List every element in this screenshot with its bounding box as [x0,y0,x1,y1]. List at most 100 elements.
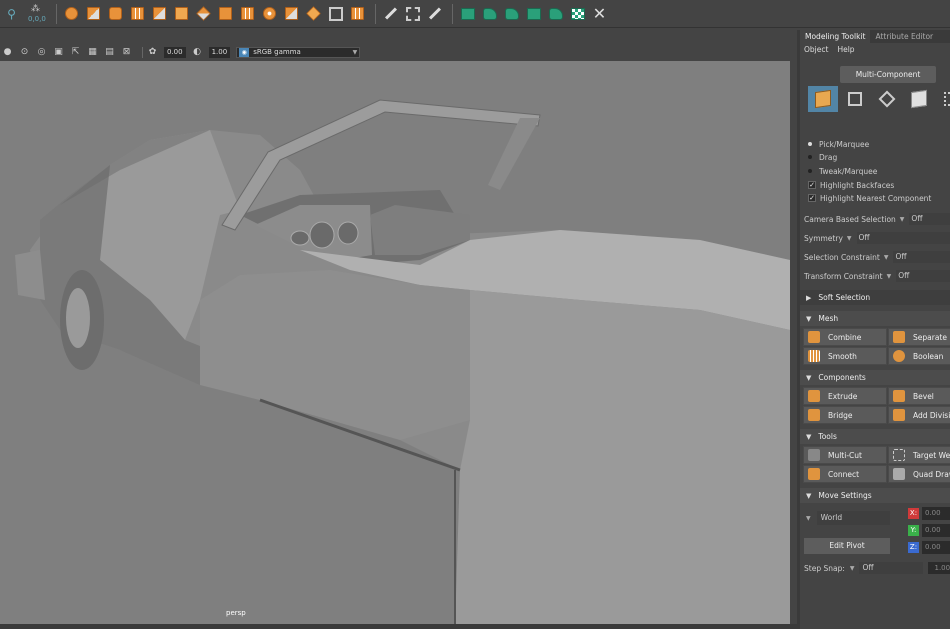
uv-cut-tool-icon[interactable]: ✕ [590,4,609,23]
camera-based-selection-row[interactable]: Camera Based Selection ▼ Off [804,212,950,226]
exposure-field[interactable]: 0.00 [164,47,186,58]
gamma-icon[interactable]: ◐ [192,47,203,58]
selection-constraint-row[interactable]: Selection Constraint ▼ Off [804,250,950,264]
polygon-cube-icon[interactable] [84,4,103,23]
transform-constraint-value[interactable]: Off [896,270,950,282]
pick-marquee-option[interactable]: Pick/Marquee [808,138,869,150]
components-section[interactable]: ▼ Components [800,370,950,385]
edit-pivot-button[interactable]: Edit Pivot [804,538,890,554]
modeling-toolkit-panel: Modeling Toolkit Attribute Editor Object… [797,30,950,629]
uv-editor-icon[interactable] [425,4,444,23]
target-weld-button[interactable]: Target Weld [888,446,950,464]
chevron-down-icon: ▼ [886,272,892,280]
uv-cut-icon[interactable] [524,4,543,23]
smooth-icon[interactable] [260,4,279,23]
connect-button[interactable]: Connect [803,465,887,483]
bevel-icon[interactable] [282,4,301,23]
target-weld-icon [893,449,905,461]
x-value-field[interactable]: 0.00 [922,506,950,520]
vertex-mode-button[interactable] [840,86,870,112]
coordinate-icon[interactable]: 0,0,0 ⁂ [24,4,48,23]
transform-constraint-row[interactable]: Transform Constraint ▼ Off [804,269,950,283]
tweak-marquee-option[interactable]: Tweak/Marquee [808,165,877,177]
tools-section[interactable]: ▼ Tools [800,429,950,444]
symmetry-row[interactable]: Symmetry ▼ Off [804,231,950,245]
boolean-icon[interactable] [238,4,257,23]
uv-planar-icon[interactable] [502,4,521,23]
chevron-down-icon: ▼ [849,564,855,572]
highlight-nearest-checkbox[interactable]: ✓ Highlight Nearest Component [808,192,931,204]
y-value-field[interactable]: 0.00 [922,523,950,537]
color-space-dropdown[interactable]: ◉ sRGB gamma ▼ [236,47,361,58]
x-axis-label: X: [908,507,919,519]
uv-layout-icon[interactable] [480,4,499,23]
polygon-sphere-icon[interactable] [62,4,81,23]
uv-checker-icon[interactable] [568,4,587,23]
step-snap-amount[interactable]: 1.00 [928,562,950,574]
multicut-icon[interactable] [348,4,367,23]
uv-icon [944,92,950,106]
exposure-icon[interactable]: ✿ [147,47,158,58]
tab-modeling-toolkit[interactable]: Modeling Toolkit [800,30,871,43]
shelf-toolbar: ⚲ 0,0,0 ⁂ ✕ [0,0,950,28]
target-weld-icon[interactable] [381,4,400,23]
polygon-torus-icon[interactable] [150,4,169,23]
selection-constraint-value[interactable]: Off [893,251,950,263]
combine-button[interactable]: Combine [803,328,887,346]
shading-icon[interactable]: ◎ [36,47,47,58]
symmetry-value[interactable]: Off [856,232,950,244]
z-value-field[interactable]: 0.00 [922,540,950,554]
object-mode-button[interactable] [808,86,838,112]
menu-help[interactable]: Help [837,45,854,54]
camera-based-selection-value[interactable]: Off [909,213,950,225]
combine-icon[interactable] [194,4,213,23]
edge-mode-button[interactable] [872,86,902,112]
uv-unfold-icon[interactable] [458,4,477,23]
highlight-backfaces-checkbox[interactable]: ✓ Highlight Backfaces [808,179,894,191]
frame-all-icon[interactable]: ⊠ [121,47,132,58]
maya-window: ⚲ 0,0,0 ⁂ ✕ persp ● ⊙ ◎ ▣ ⇱ ▦ ▤ ⊠ ✿ 0.00… [0,0,950,629]
tab-attribute-editor[interactable]: Attribute Editor [870,30,938,43]
face-mode-button[interactable] [904,86,934,112]
quad-draw-button[interactable]: Quad Draw [888,465,950,483]
camera-icon[interactable]: ● [2,47,13,58]
quad-draw-icon[interactable] [403,4,422,23]
uv-sew-icon[interactable] [546,4,565,23]
select-camera-icon[interactable]: ⇱ [70,47,81,58]
uv-mode-button[interactable] [936,86,950,112]
multi-component-button[interactable]: Multi-Component [840,66,936,83]
bevel-button[interactable]: Bevel [888,387,950,405]
step-snap-dropdown[interactable]: Off [859,562,924,574]
smooth-button[interactable]: Smooth [803,347,887,365]
bridge-button[interactable]: Bridge [803,406,887,424]
shelf-separator [375,3,376,24]
soft-selection-section[interactable]: ▶ Soft Selection [800,290,950,305]
perspective-viewport[interactable]: persp [0,44,790,629]
extrude-icon[interactable] [172,4,191,23]
lights-icon[interactable]: ⊙ [19,47,30,58]
separate-button[interactable]: Separate [888,328,950,346]
insert-edgeloop-icon[interactable] [326,4,345,23]
chevron-down-icon: ▼ [806,373,812,382]
select-tool-icon[interactable]: ⚲ [2,4,21,23]
polygon-plane-icon[interactable] [128,4,147,23]
viewport-toolbar: ● ⊙ ◎ ▣ ⇱ ▦ ▤ ⊠ ✿ 0.00 ◐ 1.00 ◉ sRGB gam… [0,44,790,61]
car-front-hubcap [66,288,90,348]
move-space-dropdown[interactable]: ▼ World [804,510,890,526]
boolean-button[interactable]: Boolean [888,347,950,365]
add-divisions-button[interactable]: Add Divisions [888,406,950,424]
drag-option[interactable]: Drag [808,151,837,163]
mesh-section[interactable]: ▼ Mesh [800,311,950,326]
polygon-cylinder-icon[interactable] [106,4,125,23]
isolate-icon[interactable]: ▣ [53,47,64,58]
move-space-value: World [816,511,890,525]
multi-cut-button[interactable]: Multi-Cut [803,446,887,464]
extrude-button[interactable]: Extrude [803,387,887,405]
separate-icon[interactable] [216,4,235,23]
menu-object[interactable]: Object [804,45,828,54]
gamma-field[interactable]: 1.00 [208,47,231,58]
move-settings-section[interactable]: ▼ Move Settings [800,488,950,503]
bridge-icon[interactable] [304,4,323,23]
grid-icon[interactable]: ▦ [87,47,98,58]
resolution-gate-icon[interactable]: ▤ [104,47,115,58]
